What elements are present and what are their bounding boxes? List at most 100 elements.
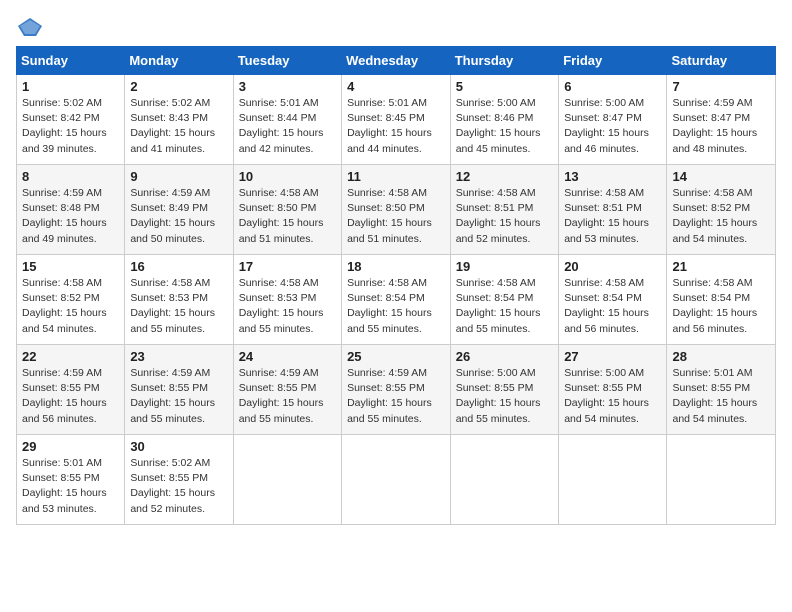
- day-cell: 7 Sunrise: 4:59 AMSunset: 8:47 PMDaylight…: [667, 75, 776, 165]
- day-number: 25: [347, 349, 445, 364]
- day-info: Sunrise: 4:58 AMSunset: 8:53 PMDaylight:…: [130, 276, 227, 337]
- day-cell: 5 Sunrise: 5:00 AMSunset: 8:46 PMDaylight…: [450, 75, 558, 165]
- day-info: Sunrise: 5:02 AMSunset: 8:42 PMDaylight:…: [22, 96, 119, 157]
- day-number: 8: [22, 169, 119, 184]
- day-info: Sunrise: 4:58 AMSunset: 8:50 PMDaylight:…: [347, 186, 445, 247]
- day-number: 9: [130, 169, 227, 184]
- day-number: 16: [130, 259, 227, 274]
- day-number: 23: [130, 349, 227, 364]
- day-cell: 15 Sunrise: 4:58 AMSunset: 8:52 PMDayligh…: [17, 255, 125, 345]
- day-info: Sunrise: 4:58 AMSunset: 8:52 PMDaylight:…: [22, 276, 119, 337]
- day-number: 12: [456, 169, 553, 184]
- header-row: SundayMondayTuesdayWednesdayThursdayFrid…: [17, 47, 776, 75]
- day-info: Sunrise: 4:59 AMSunset: 8:55 PMDaylight:…: [347, 366, 445, 427]
- day-info: Sunrise: 4:58 AMSunset: 8:51 PMDaylight:…: [564, 186, 661, 247]
- logo: [16, 16, 48, 38]
- day-number: 5: [456, 79, 553, 94]
- day-info: Sunrise: 4:58 AMSunset: 8:51 PMDaylight:…: [456, 186, 553, 247]
- day-number: 3: [239, 79, 336, 94]
- day-cell: 12 Sunrise: 4:58 AMSunset: 8:51 PMDayligh…: [450, 165, 558, 255]
- day-number: 26: [456, 349, 553, 364]
- day-info: Sunrise: 4:58 AMSunset: 8:54 PMDaylight:…: [456, 276, 553, 337]
- day-cell: 16 Sunrise: 4:58 AMSunset: 8:53 PMDayligh…: [125, 255, 233, 345]
- week-row-1: 1Sunrise: 5:02 AMSunset: 8:42 PMDaylight…: [17, 75, 776, 165]
- week-row-2: 8 Sunrise: 4:59 AMSunset: 8:48 PMDaylight…: [17, 165, 776, 255]
- day-cell: 22 Sunrise: 4:59 AMSunset: 8:55 PMDayligh…: [17, 345, 125, 435]
- day-cell: [342, 435, 451, 525]
- day-number: 29: [22, 439, 119, 454]
- day-cell: 23 Sunrise: 4:59 AMSunset: 8:55 PMDayligh…: [125, 345, 233, 435]
- day-number: 7: [672, 79, 770, 94]
- day-number: 18: [347, 259, 445, 274]
- day-cell: [233, 435, 341, 525]
- day-cell: 4 Sunrise: 5:01 AMSunset: 8:45 PMDaylight…: [342, 75, 451, 165]
- col-header-thursday: Thursday: [450, 47, 558, 75]
- day-cell: 3Sunrise: 5:01 AMSunset: 8:44 PMDaylight…: [233, 75, 341, 165]
- day-info: Sunrise: 4:59 AMSunset: 8:55 PMDaylight:…: [239, 366, 336, 427]
- day-info: Sunrise: 4:59 AMSunset: 8:55 PMDaylight:…: [130, 366, 227, 427]
- day-info: Sunrise: 5:00 AMSunset: 8:55 PMDaylight:…: [564, 366, 661, 427]
- day-number: 10: [239, 169, 336, 184]
- day-cell: 27 Sunrise: 5:00 AMSunset: 8:55 PMDayligh…: [559, 345, 667, 435]
- day-number: 4: [347, 79, 445, 94]
- day-info: Sunrise: 5:02 AMSunset: 8:43 PMDaylight:…: [130, 96, 227, 157]
- day-info: Sunrise: 4:59 AMSunset: 8:55 PMDaylight:…: [22, 366, 119, 427]
- day-info: Sunrise: 4:59 AMSunset: 8:47 PMDaylight:…: [672, 96, 770, 157]
- day-number: 19: [456, 259, 553, 274]
- day-cell: 1Sunrise: 5:02 AMSunset: 8:42 PMDaylight…: [17, 75, 125, 165]
- day-number: 13: [564, 169, 661, 184]
- day-number: 28: [672, 349, 770, 364]
- day-number: 15: [22, 259, 119, 274]
- week-row-5: 29Sunrise: 5:01 AMSunset: 8:55 PMDayligh…: [17, 435, 776, 525]
- day-number: 30: [130, 439, 227, 454]
- day-cell: 17 Sunrise: 4:58 AMSunset: 8:53 PMDayligh…: [233, 255, 341, 345]
- day-info: Sunrise: 4:58 AMSunset: 8:52 PMDaylight:…: [672, 186, 770, 247]
- day-info: Sunrise: 5:01 AMSunset: 8:45 PMDaylight:…: [347, 96, 445, 157]
- day-cell: 13 Sunrise: 4:58 AMSunset: 8:51 PMDayligh…: [559, 165, 667, 255]
- day-info: Sunrise: 4:58 AMSunset: 8:50 PMDaylight:…: [239, 186, 336, 247]
- day-cell: 6 Sunrise: 5:00 AMSunset: 8:47 PMDaylight…: [559, 75, 667, 165]
- calendar: SundayMondayTuesdayWednesdayThursdayFrid…: [16, 46, 776, 525]
- day-info: Sunrise: 5:00 AMSunset: 8:55 PMDaylight:…: [456, 366, 553, 427]
- day-info: Sunrise: 5:00 AMSunset: 8:46 PMDaylight:…: [456, 96, 553, 157]
- day-cell: 10 Sunrise: 4:58 AMSunset: 8:50 PMDayligh…: [233, 165, 341, 255]
- day-cell: [667, 435, 776, 525]
- col-header-monday: Monday: [125, 47, 233, 75]
- day-cell: 11 Sunrise: 4:58 AMSunset: 8:50 PMDayligh…: [342, 165, 451, 255]
- logo-icon: [16, 16, 44, 38]
- day-number: 24: [239, 349, 336, 364]
- day-number: 2: [130, 79, 227, 94]
- day-info: Sunrise: 5:00 AMSunset: 8:47 PMDaylight:…: [564, 96, 661, 157]
- day-number: 27: [564, 349, 661, 364]
- day-number: 11: [347, 169, 445, 184]
- day-info: Sunrise: 4:59 AMSunset: 8:49 PMDaylight:…: [130, 186, 227, 247]
- col-header-sunday: Sunday: [17, 47, 125, 75]
- day-info: Sunrise: 4:58 AMSunset: 8:54 PMDaylight:…: [672, 276, 770, 337]
- day-info: Sunrise: 4:58 AMSunset: 8:54 PMDaylight:…: [564, 276, 661, 337]
- day-cell: 14 Sunrise: 4:58 AMSunset: 8:52 PMDayligh…: [667, 165, 776, 255]
- col-header-friday: Friday: [559, 47, 667, 75]
- col-header-wednesday: Wednesday: [342, 47, 451, 75]
- day-cell: 2 Sunrise: 5:02 AMSunset: 8:43 PMDaylight…: [125, 75, 233, 165]
- day-cell: 9 Sunrise: 4:59 AMSunset: 8:49 PMDaylight…: [125, 165, 233, 255]
- day-cell: [559, 435, 667, 525]
- header: [16, 16, 776, 38]
- day-number: 6: [564, 79, 661, 94]
- day-number: 14: [672, 169, 770, 184]
- day-cell: 30 Sunrise: 5:02 AMSunset: 8:55 PMDayligh…: [125, 435, 233, 525]
- day-number: 17: [239, 259, 336, 274]
- day-info: Sunrise: 4:58 AMSunset: 8:54 PMDaylight:…: [347, 276, 445, 337]
- day-cell: 20Sunrise: 4:58 AMSunset: 8:54 PMDayligh…: [559, 255, 667, 345]
- day-cell: [450, 435, 558, 525]
- day-info: Sunrise: 5:02 AMSunset: 8:55 PMDaylight:…: [130, 456, 227, 517]
- day-cell: 18 Sunrise: 4:58 AMSunset: 8:54 PMDayligh…: [342, 255, 451, 345]
- week-row-3: 15 Sunrise: 4:58 AMSunset: 8:52 PMDayligh…: [17, 255, 776, 345]
- day-number: 22: [22, 349, 119, 364]
- day-cell: 19 Sunrise: 4:58 AMSunset: 8:54 PMDayligh…: [450, 255, 558, 345]
- day-number: 21: [672, 259, 770, 274]
- day-info: Sunrise: 4:59 AMSunset: 8:48 PMDaylight:…: [22, 186, 119, 247]
- day-info: Sunrise: 4:58 AMSunset: 8:53 PMDaylight:…: [239, 276, 336, 337]
- day-cell: 21 Sunrise: 4:58 AMSunset: 8:54 PMDayligh…: [667, 255, 776, 345]
- col-header-saturday: Saturday: [667, 47, 776, 75]
- day-info: Sunrise: 5:01 AMSunset: 8:55 PMDaylight:…: [672, 366, 770, 427]
